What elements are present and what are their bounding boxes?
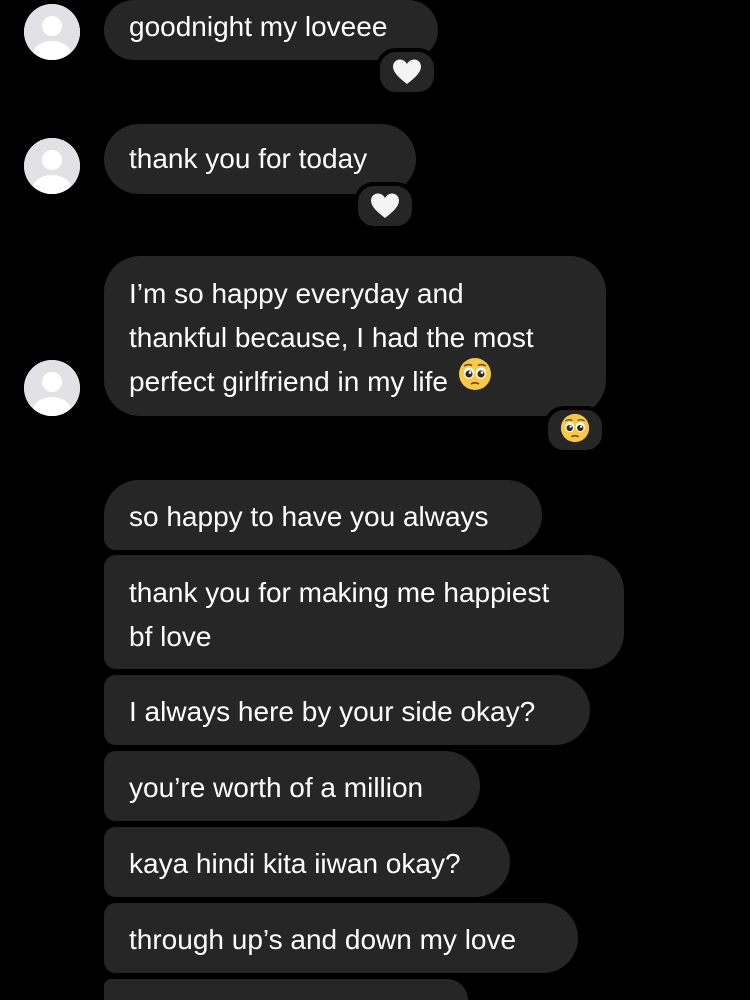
default-avatar-icon — [24, 360, 80, 416]
message-reaction[interactable] — [354, 182, 416, 230]
message-bubble[interactable]: through up’s and down my love — [104, 903, 578, 973]
message-text: so happy to have you always — [129, 501, 489, 532]
contact-avatar[interactable] — [24, 138, 80, 194]
white-heart-icon — [371, 193, 399, 218]
message-text: goodnight my loveee — [129, 11, 388, 42]
message-bubble[interactable]: thank you for making me happiest bf love — [104, 555, 624, 669]
message-text-line: bf love — [129, 621, 212, 652]
message-text: I always here by your side okay? — [129, 696, 536, 727]
message-bubble-partial[interactable] — [104, 979, 468, 1000]
message-text-line: thank you for making me happiest — [129, 577, 550, 608]
message-thread: goodnight my loveee thank you for today … — [0, 0, 750, 1000]
default-avatar-icon — [24, 138, 80, 194]
contact-avatar[interactable] — [24, 360, 80, 416]
message-bubble[interactable]: kaya hindi kita iiwan okay? — [104, 827, 510, 897]
default-avatar-icon — [24, 4, 80, 60]
message-bubble[interactable]: so happy to have you always — [104, 480, 542, 550]
message-text-line: thankful because, I had the most — [129, 322, 534, 353]
pleading-face-icon — [458, 357, 492, 404]
message-text: through up’s and down my love — [129, 924, 517, 955]
pleading-face-icon — [560, 413, 590, 448]
white-heart-icon — [393, 59, 421, 84]
message-text: thank you for today — [129, 143, 368, 174]
message-text-line: I’m so happy everyday and — [129, 278, 464, 309]
message-reaction[interactable] — [376, 48, 438, 96]
message-bubble[interactable]: you’re worth of a million — [104, 751, 480, 821]
message-text: you’re worth of a million — [129, 772, 424, 803]
message-text: kaya hindi kita iiwan okay? — [129, 848, 461, 879]
message-bubble[interactable]: I’m so happy everyday and thankful becau… — [104, 256, 606, 416]
message-text-line: perfect girlfriend in my life — [129, 366, 449, 397]
contact-avatar[interactable] — [24, 4, 80, 60]
message-text-line-with-emoji: perfect girlfriend in my life — [129, 357, 580, 404]
message-bubble[interactable]: I always here by your side okay? — [104, 675, 590, 745]
message-reaction[interactable] — [544, 406, 606, 454]
